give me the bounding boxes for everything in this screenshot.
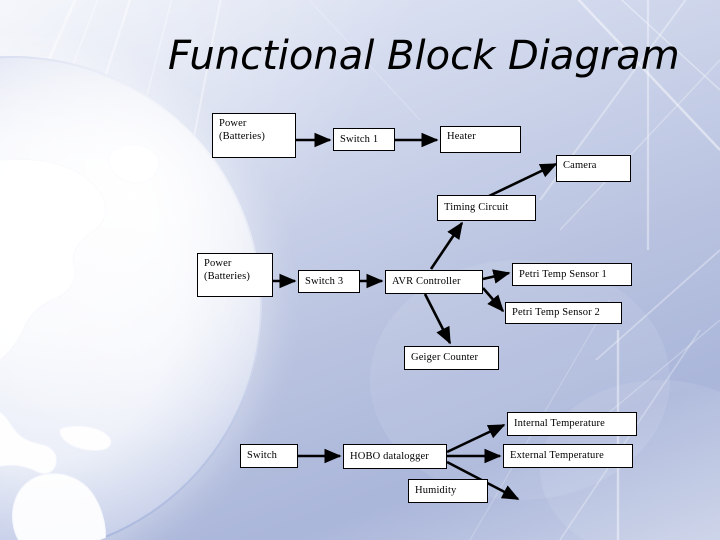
node-external-temperature[interactable]: External Temperature — [503, 444, 633, 468]
node-internal-temperature[interactable]: Internal Temperature — [507, 412, 637, 436]
node-power-batteries-1[interactable]: Power (Batteries) — [212, 113, 296, 158]
node-power-batteries-2[interactable]: Power (Batteries) — [197, 253, 273, 297]
arrow-avr-timing — [429, 221, 464, 270]
node-petri-temp-sensor-1[interactable]: Petri Temp Sensor 1 — [512, 263, 632, 286]
node-timing-circuit[interactable]: Timing Circuit — [437, 195, 536, 221]
slide-canvas: Functional Block Diagram Power (Batterie… — [0, 0, 720, 540]
node-petri-temp-sensor-2[interactable]: Petri Temp Sensor 2 — [505, 302, 622, 324]
node-heater[interactable]: Heater — [440, 126, 521, 153]
node-switch-1[interactable]: Switch 1 — [333, 128, 395, 151]
node-geiger-counter[interactable]: Geiger Counter — [404, 346, 499, 370]
block-diagram: Power (Batteries) Switch 1 Heater Camera… — [0, 0, 720, 540]
arrow-avr-petri1 — [482, 269, 511, 284]
arrow-timing-camera — [486, 162, 558, 199]
node-hobo-datalogger[interactable]: HOBO datalogger — [343, 444, 447, 469]
arrow-hobo-internal-temperature — [446, 423, 506, 454]
node-switch-3[interactable]: Switch 3 — [298, 270, 360, 293]
node-humidity[interactable]: Humidity — [408, 479, 488, 503]
arrow-avr-petri2 — [482, 287, 505, 313]
node-camera[interactable]: Camera — [556, 155, 631, 182]
node-avr-controller[interactable]: AVR Controller — [385, 270, 483, 294]
arrow-avr-geiger — [423, 293, 452, 345]
node-switch[interactable]: Switch — [240, 444, 298, 468]
